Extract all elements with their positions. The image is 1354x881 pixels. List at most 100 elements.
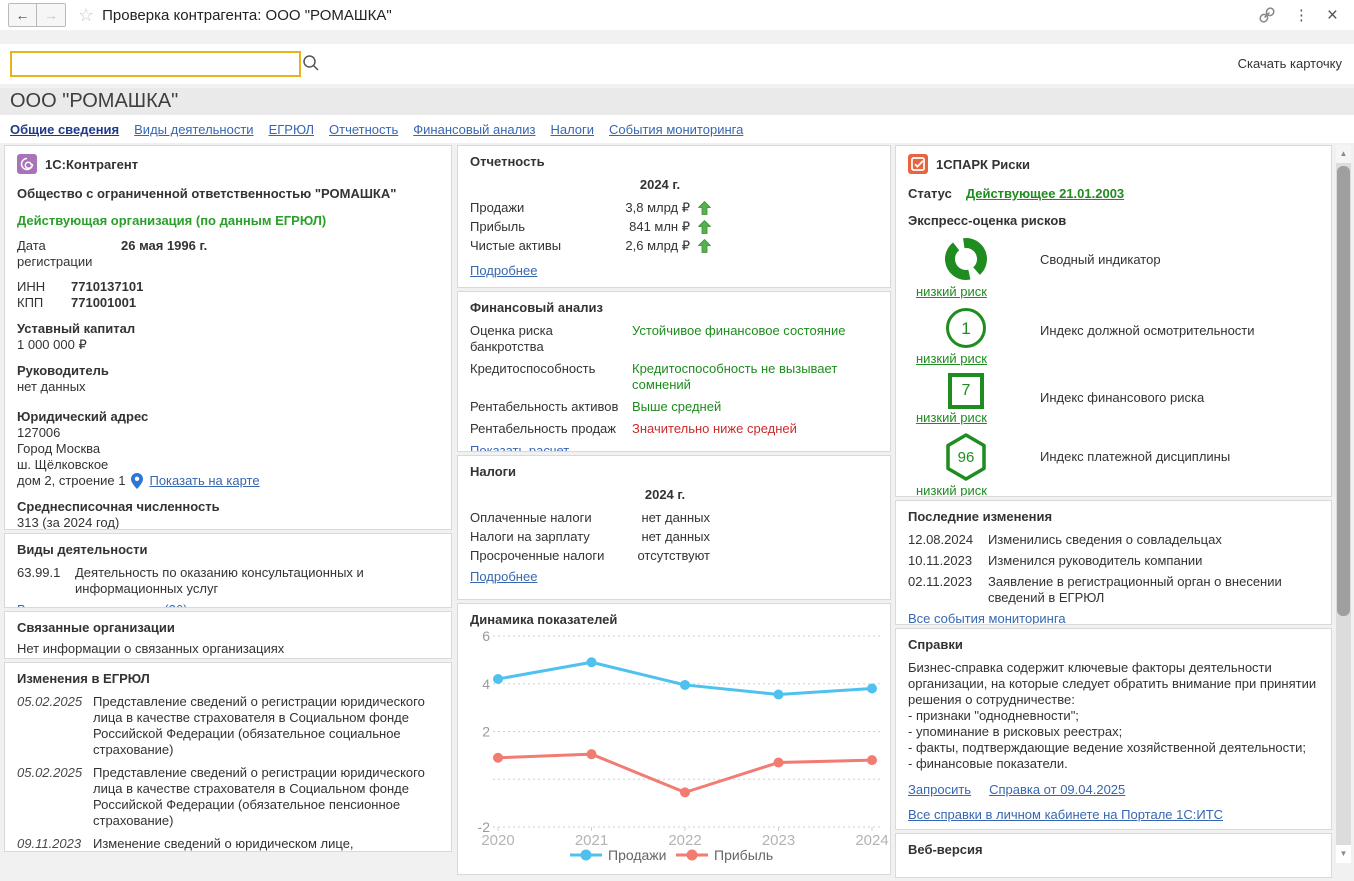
taxes-title: Налоги xyxy=(470,464,878,479)
related-orgs-empty: Нет информации о связанных организациях xyxy=(17,641,439,656)
taxes-year: 2024 г. xyxy=(620,487,710,502)
related-orgs-card: Связанные организации Нет информации о с… xyxy=(4,611,452,659)
tab-monitoring[interactable]: События мониторинга xyxy=(609,122,743,137)
change-text: Изменились сведения о совладельцах xyxy=(988,532,1319,548)
middle-column: Отчетность 2024 г. Продажи 3,8 млрд ₽ Пр… xyxy=(457,145,891,878)
inn-value: 7710137101 xyxy=(71,279,143,295)
window-title: Проверка контрагента: ООО "РОМАШКА" xyxy=(102,7,392,24)
download-card-link[interactable]: Скачать карточку xyxy=(1238,56,1342,71)
svg-text:1: 1 xyxy=(961,319,970,338)
recent-change-row: 10.11.2023 Изменился руководитель компан… xyxy=(908,553,1319,569)
fin-row-label: Рентабельность активов xyxy=(470,399,628,415)
get-link-icon[interactable] xyxy=(1258,6,1276,24)
reporting-row: Продажи 3,8 млрд ₽ xyxy=(470,198,878,217)
fin-row-value: Устойчивое финансовое состояние xyxy=(632,323,878,355)
indicator-label: Сводный индикатор xyxy=(1040,252,1161,299)
taxes-row-value: нет данных xyxy=(625,508,710,527)
search-toolbar: Скачать карточку xyxy=(0,44,1354,84)
spark-risks-card: 1СПАРК Риски Статус Действующее 21.01.20… xyxy=(895,145,1332,497)
indicator-label: Индекс должной осмотрительности xyxy=(1040,323,1255,366)
risk-level-link[interactable]: низкий риск xyxy=(916,410,1024,425)
taxes-row: Оплаченные налоги нет данных xyxy=(470,508,878,527)
company-title-strip: ООО "РОМАШКА" xyxy=(0,88,1354,115)
egrul-changes-card: Изменения в ЕГРЮЛ 05.02.2025 Представлен… xyxy=(4,662,452,852)
fin-row-value: Кредитоспособность не вызывает сомнений xyxy=(632,361,878,393)
tab-general[interactable]: Общие сведения xyxy=(10,122,119,137)
fin-row-value: Выше средней xyxy=(632,399,878,415)
forward-button[interactable] xyxy=(37,4,65,26)
show-calculation-link[interactable]: Показать расчет xyxy=(470,443,569,452)
risk-level-link[interactable]: низкий риск xyxy=(916,351,1024,366)
change-text: Представление сведений о регистрации юри… xyxy=(93,765,439,829)
portal-certificates-link[interactable]: Все справки в личном кабинете на Портале… xyxy=(908,807,1223,822)
certificates-description: Бизнес-справка содержит ключевые факторы… xyxy=(908,660,1319,772)
all-monitoring-events-link[interactable]: Все события мониторинга xyxy=(908,611,1066,625)
change-date: 05.02.2025 xyxy=(17,694,93,758)
spark-service-icon xyxy=(908,154,928,174)
fin-analysis-row: Рентабельность продаж Значительно ниже с… xyxy=(470,421,878,437)
change-date: 05.02.2025 xyxy=(17,765,93,829)
svg-text:Прибыль: Прибыль xyxy=(714,847,773,863)
web-version-title: Веб-версия xyxy=(908,842,1319,857)
tab-taxes[interactable]: Налоги xyxy=(550,122,594,137)
address-line: Город Москва xyxy=(17,441,439,457)
head-value: нет данных xyxy=(17,379,439,395)
tab-activities[interactable]: Виды деятельности xyxy=(134,122,253,137)
svg-text:96: 96 xyxy=(958,449,975,466)
reg-date-label: Дата регистрации xyxy=(17,238,121,270)
company-status: Действующая организация (по данным ЕГРЮЛ… xyxy=(17,213,439,228)
svg-text:4: 4 xyxy=(482,676,490,692)
risk-indicator-row: низкий риск Сводный индикатор xyxy=(908,235,1319,299)
activities-card: Виды деятельности 63.99.1 Деятельность п… xyxy=(4,533,452,608)
egrul-change-row: 05.02.2025 Представление сведений о реги… xyxy=(17,694,439,758)
reporting-row-label: Продажи xyxy=(470,198,620,217)
fin-analysis-row: Кредитоспособность Кредитоспособность не… xyxy=(470,361,878,393)
certificate-date-link[interactable]: Справка от 09.04.2025 xyxy=(989,782,1125,797)
fin-row-label: Кредитоспособность xyxy=(470,361,628,393)
taxes-more-link[interactable]: Подробнее xyxy=(470,569,537,584)
search-icon[interactable] xyxy=(302,54,320,75)
certificates-card: Справки Бизнес-справка содержит ключевые… xyxy=(895,628,1332,830)
back-button[interactable] xyxy=(9,4,37,26)
trend-up-icon xyxy=(698,201,711,215)
tabs-bar: Общие сведения Виды деятельности ЕГРЮЛ О… xyxy=(0,115,1354,143)
address-line: ш. Щёлковское xyxy=(17,457,439,473)
tab-egrul[interactable]: ЕГРЮЛ xyxy=(269,122,314,137)
svg-text:Продажи: Продажи xyxy=(608,847,666,863)
svg-text:2021: 2021 xyxy=(575,832,608,849)
address-line: дом 2, строение 1 xyxy=(17,473,125,489)
search-input[interactable] xyxy=(10,51,301,77)
tab-fin-analysis[interactable]: Финансовый анализ xyxy=(413,122,535,137)
spark-subtitle: Экспресс-оценка рисков xyxy=(908,213,1319,228)
scroll-up-icon[interactable] xyxy=(1336,145,1351,163)
reporting-title: Отчетность xyxy=(470,154,878,169)
request-certificate-link[interactable]: Запросить xyxy=(908,782,971,797)
vertical-scrollbar[interactable] xyxy=(1336,145,1351,863)
all-activities-link[interactable]: Все виды деятельности (26) xyxy=(17,602,187,608)
reporting-row-value: 2,6 млрд ₽ xyxy=(620,236,690,255)
fin-analysis-title: Финансовый анализ xyxy=(470,300,878,315)
close-icon[interactable] xyxy=(1327,6,1338,25)
activity-description: Деятельность по оказанию консультационны… xyxy=(75,565,439,597)
taxes-row: Просроченные налоги отсутствуют xyxy=(470,546,878,565)
reporting-more-link[interactable]: Подробнее xyxy=(470,263,537,278)
spark-status-link[interactable]: Действующее 21.01.2003 xyxy=(966,186,1124,201)
company-title: ООО "РОМАШКА" xyxy=(10,90,178,113)
indicator-label: Индекс платежной дисциплины xyxy=(1040,449,1230,497)
svg-text:2: 2 xyxy=(482,724,490,740)
egrul-change-row: 05.02.2025 Представление сведений о реги… xyxy=(17,765,439,829)
fin-analysis-row: Оценка риска банкротства Устойчивое фина… xyxy=(470,323,878,355)
indicator-label: Индекс финансового риска xyxy=(1040,390,1204,425)
show-on-map-link[interactable]: Показать на карте xyxy=(149,473,259,489)
risk-level-link[interactable]: низкий риск xyxy=(916,483,1024,497)
tab-reporting[interactable]: Отчетность xyxy=(329,122,398,137)
capital-label: Уставный капитал xyxy=(17,321,439,337)
scrollbar-thumb[interactable] xyxy=(1337,166,1350,616)
fin-analysis-card: Финансовый анализ Оценка риска банкротст… xyxy=(457,291,891,452)
change-text: Изменение сведений о юридическом лице, с… xyxy=(93,836,439,852)
scroll-down-icon[interactable] xyxy=(1336,845,1351,863)
favorite-star-icon[interactable] xyxy=(78,5,94,26)
risk-level-link[interactable]: низкий риск xyxy=(916,284,1024,299)
more-menu-icon[interactable] xyxy=(1294,6,1309,24)
trend-chart-card: Динамика показателей 642-220202021202220… xyxy=(457,603,891,875)
